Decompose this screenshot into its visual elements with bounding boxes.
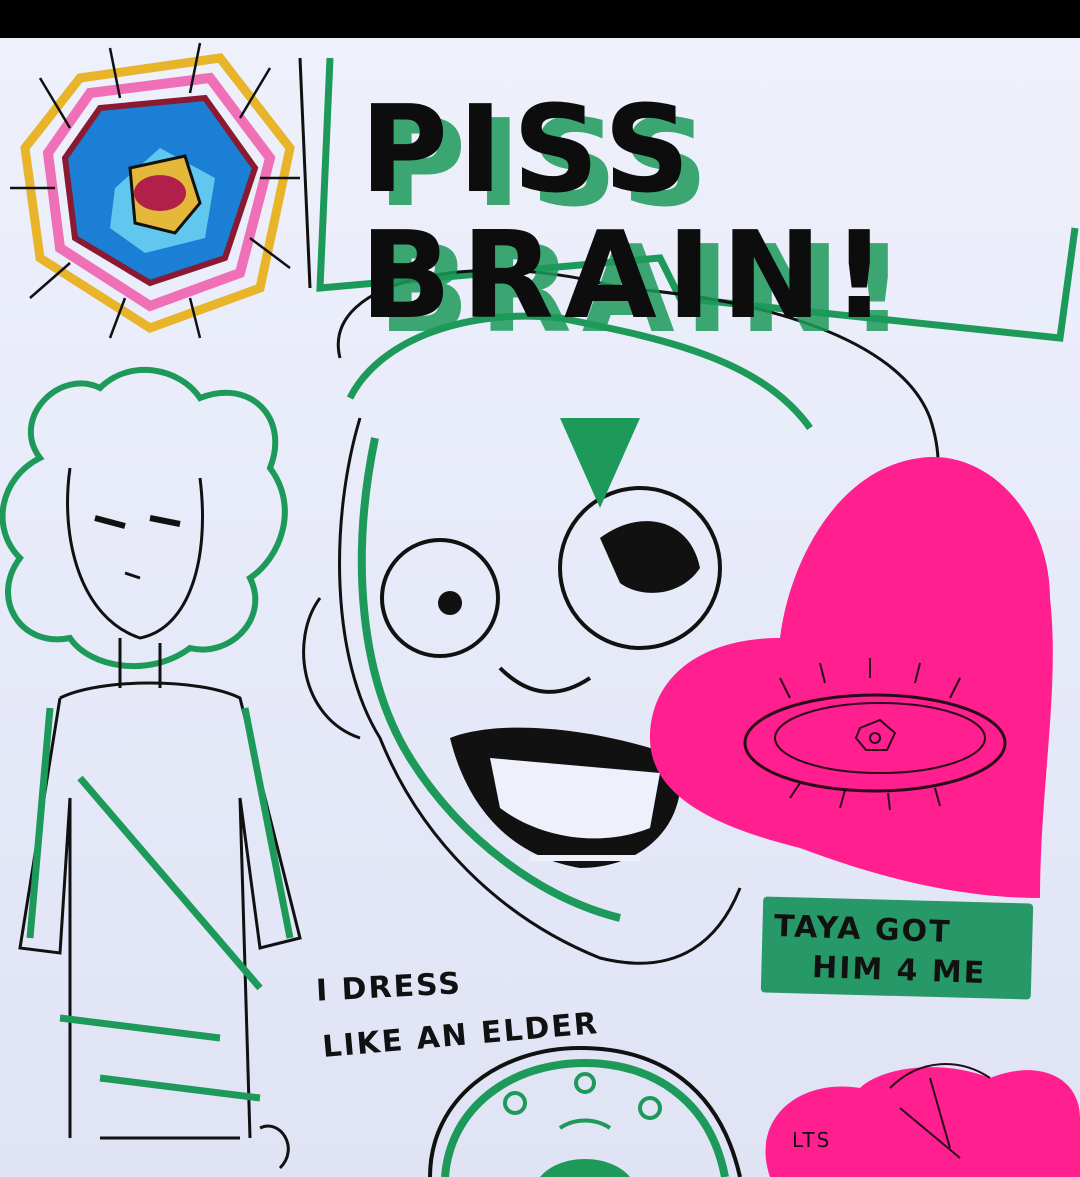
sun-eye-doodle [10, 42, 300, 339]
title-text: PISS BRAIN! [360, 81, 897, 346]
curly-figure [0, 366, 302, 1170]
note-line-1: TAYA GOT [773, 908, 953, 951]
sketch-paper: PISS BRAIN! PISS BRAIN! TAYA GOT HIM 4 M… [0, 38, 1080, 1177]
pink-heart-sticky-bottom [765, 1063, 1080, 1177]
note-line-2: HIM 4 ME [811, 949, 987, 992]
round-face-bottom [428, 1045, 742, 1177]
pink-heart-sticky [650, 457, 1053, 898]
black-top-bar [0, 0, 1080, 38]
sticky-fragment-text: LTS [792, 1128, 832, 1152]
photo-frame: PISS BRAIN! PISS BRAIN! TAYA GOT HIM 4 M… [0, 0, 1080, 1177]
dress-line-1: I DRESS [315, 966, 463, 1009]
